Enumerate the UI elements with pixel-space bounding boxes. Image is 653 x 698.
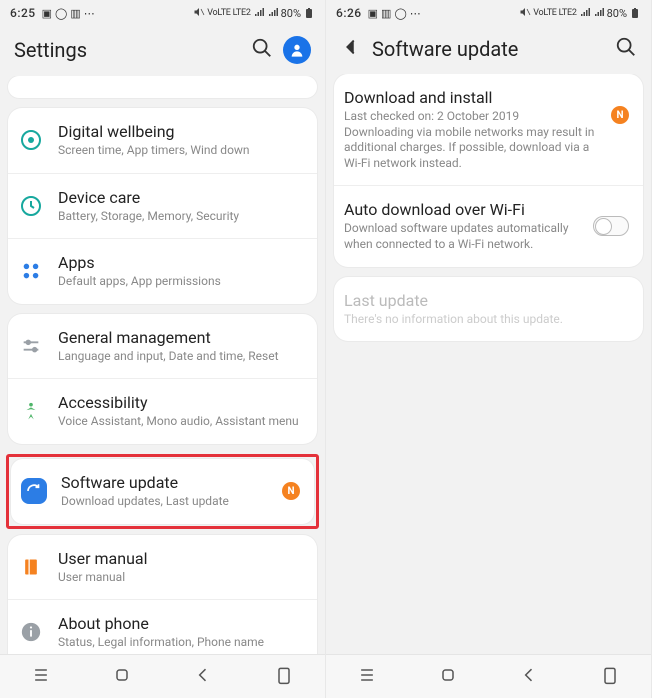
notification-icon: ▣ xyxy=(42,7,52,20)
row-subtitle: Voice Assistant, Mono audio, Assistant m… xyxy=(58,414,303,430)
person-icon xyxy=(289,42,305,58)
row-title: Digital wellbeing xyxy=(58,122,303,141)
row-last-update: Last update There's no information about… xyxy=(334,277,643,342)
accessibility-icon xyxy=(18,399,44,425)
row-title: About phone xyxy=(58,614,303,633)
row-about-phone[interactable]: About phone Status, Legal information, P… xyxy=(8,599,317,654)
row-title: User manual xyxy=(58,549,303,568)
row-subtitle: Last checked on: 2 October 2019 Download… xyxy=(344,109,597,171)
page-title: Settings xyxy=(14,38,87,62)
row-general-management[interactable]: General management Language and input, D… xyxy=(8,314,317,379)
user-manual-icon xyxy=(18,554,44,580)
status-bar: 6:26 ▣ ▥ ◯ ⋯ VoLTE LTE2 80% xyxy=(326,0,651,26)
status-time: 6:25 xyxy=(10,6,36,20)
row-title: Software update xyxy=(61,473,268,492)
row-subtitle: User manual xyxy=(58,570,303,586)
status-time: 6:26 xyxy=(336,6,362,20)
row-subtitle: Language and input, Date and time, Reset xyxy=(58,349,303,365)
row-user-manual[interactable]: User manual User manual xyxy=(8,535,317,600)
row-title: Auto download over Wi-Fi xyxy=(344,200,579,219)
back-button[interactable] xyxy=(193,665,213,689)
row-software-update[interactable]: Software update Download updates, Last u… xyxy=(11,459,314,524)
row-digital-wellbeing[interactable]: Digital wellbeing Screen time, App timer… xyxy=(8,108,317,173)
volte-indicator: VoLTE xyxy=(533,9,556,17)
row-title: Apps xyxy=(58,253,303,272)
settings-header: Settings xyxy=(0,26,325,76)
chevron-left-icon xyxy=(340,36,362,58)
search-icon xyxy=(251,37,273,59)
highlight-box: Software update Download updates, Last u… xyxy=(6,454,319,529)
row-title: Device care xyxy=(58,188,303,207)
home-button[interactable] xyxy=(438,665,458,689)
row-apps[interactable]: Apps Default apps, App permissions xyxy=(8,238,317,304)
row-subtitle: There's no information about this update… xyxy=(344,312,629,328)
search-icon xyxy=(615,36,637,58)
lte-indicator: LTE2 xyxy=(233,9,251,17)
update-list[interactable]: Download and install Last checked on: 2 … xyxy=(326,74,651,654)
row-title: Download and install xyxy=(344,88,597,107)
notification-icon: ◯ xyxy=(394,7,406,20)
partial-card xyxy=(8,76,317,98)
home-button[interactable] xyxy=(112,665,132,689)
digital-wellbeing-icon xyxy=(18,127,44,153)
row-subtitle: Battery, Storage, Memory, Security xyxy=(58,209,303,225)
back-button[interactable] xyxy=(519,665,539,689)
signal-icon xyxy=(253,6,265,21)
row-title: Last update xyxy=(344,291,629,310)
mute-icon xyxy=(193,6,205,21)
row-subtitle: Download software updates automatically … xyxy=(344,221,579,252)
row-accessibility[interactable]: Accessibility Voice Assistant, Mono audi… xyxy=(8,378,317,444)
keyboard-button[interactable] xyxy=(600,665,620,689)
notification-icon: ▥ xyxy=(70,7,80,20)
signal-icon xyxy=(579,6,591,21)
volte-indicator: VoLTE xyxy=(207,9,230,17)
navigation-bar xyxy=(326,654,651,698)
notification-badge: N xyxy=(282,482,300,500)
software-update-screen: 6:26 ▣ ▥ ◯ ⋯ VoLTE LTE2 80% xyxy=(326,0,652,698)
notification-icon-more: ⋯ xyxy=(84,7,95,20)
notification-badge: N xyxy=(611,106,629,124)
software-update-icon xyxy=(21,478,47,504)
signal-icon xyxy=(267,6,279,21)
row-auto-download[interactable]: Auto download over Wi-Fi Download softwa… xyxy=(334,185,643,266)
notification-icon: ◯ xyxy=(55,7,67,20)
row-subtitle: Status, Legal information, Phone name xyxy=(58,635,303,651)
row-subtitle: Default apps, App permissions xyxy=(58,274,303,290)
notification-icon: ▥ xyxy=(381,7,391,20)
recents-button[interactable] xyxy=(31,665,51,689)
auto-download-toggle[interactable] xyxy=(593,216,629,236)
row-title: General management xyxy=(58,328,303,347)
back-button[interactable] xyxy=(340,36,362,62)
status-bar: 6:25 ▣ ◯ ▥ ⋯ VoLTE LTE2 80% xyxy=(0,0,325,26)
notification-icon: ▣ xyxy=(368,7,378,20)
account-avatar[interactable] xyxy=(283,36,311,64)
battery-indicator: 80% xyxy=(281,7,315,20)
sliders-icon xyxy=(18,333,44,359)
row-device-care[interactable]: Device care Battery, Storage, Memory, Se… xyxy=(8,173,317,239)
settings-screen: 6:25 ▣ ◯ ▥ ⋯ VoLTE LTE2 80% Setti xyxy=(0,0,326,698)
mute-icon xyxy=(519,6,531,21)
row-title: Accessibility xyxy=(58,393,303,412)
lte-indicator: LTE2 xyxy=(559,9,577,17)
apps-icon xyxy=(18,258,44,284)
notification-icon-more: ⋯ xyxy=(410,7,421,20)
row-subtitle: Download updates, Last update xyxy=(61,494,268,510)
search-button[interactable] xyxy=(251,37,273,63)
page-title: Software update xyxy=(372,37,518,61)
update-header: Software update xyxy=(326,26,651,74)
keyboard-button[interactable] xyxy=(274,665,294,689)
battery-indicator: 80% xyxy=(607,7,641,20)
navigation-bar xyxy=(0,654,325,698)
device-care-icon xyxy=(18,193,44,219)
recents-button[interactable] xyxy=(357,665,377,689)
signal-icon xyxy=(593,6,605,21)
row-download-install[interactable]: Download and install Last checked on: 2 … xyxy=(334,74,643,185)
settings-list[interactable]: Digital wellbeing Screen time, App timer… xyxy=(0,76,325,654)
search-button[interactable] xyxy=(615,36,637,62)
about-phone-icon xyxy=(18,619,44,645)
row-subtitle: Screen time, App timers, Wind down xyxy=(58,143,303,159)
